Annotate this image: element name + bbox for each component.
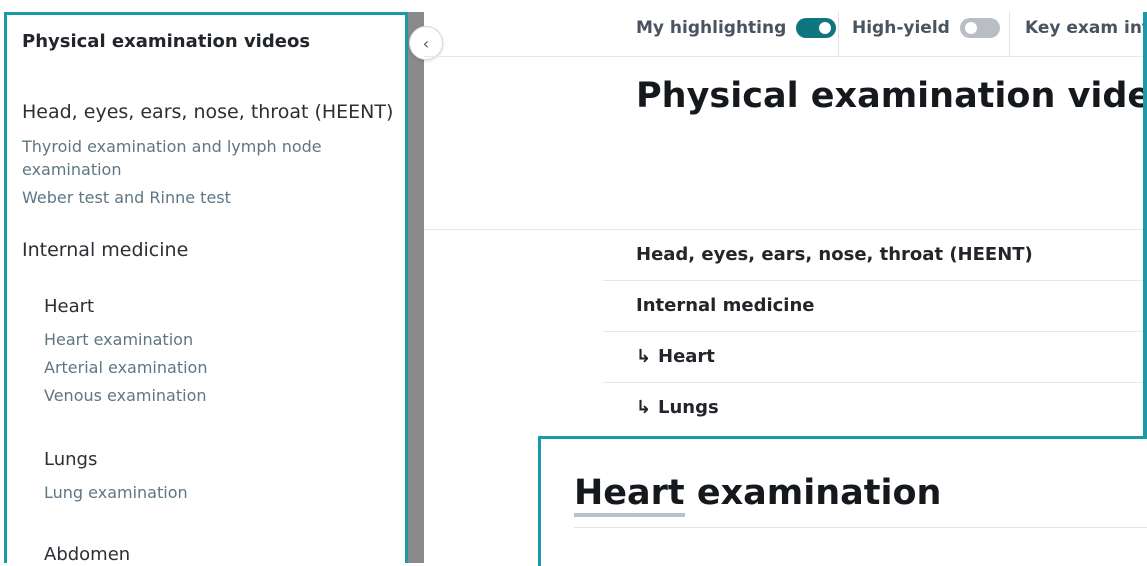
sidebar-link-arterial-exam[interactable]: Arterial examination <box>44 356 207 379</box>
toc-item-heart[interactable]: ↳ Heart <box>603 332 1147 383</box>
sidebar-subsection-lungs[interactable]: Lungs <box>44 449 97 470</box>
my-highlighting-label: My highlighting <box>636 18 787 38</box>
toc-item-heent[interactable]: Head, eyes, ears, nose, throat (HEENT) <box>603 230 1147 281</box>
toggle-switch-on[interactable] <box>796 18 837 38</box>
sub-arrow-icon: ↳ <box>636 397 652 418</box>
sidebar-title: Physical examination videos <box>22 31 311 52</box>
sidebar-subsection-heart[interactable]: Heart <box>44 296 94 317</box>
heading-rest: examination <box>684 473 942 513</box>
toolbar-separator <box>838 12 839 56</box>
toggle-switch-off[interactable] <box>959 18 1000 38</box>
sidebar-section-heent[interactable]: Head, eyes, ears, nose, throat (HEENT) <box>22 101 393 123</box>
sidebar-divider[interactable] <box>408 12 424 563</box>
key-exam-info-label: Key exam info <box>1025 18 1143 38</box>
sidebar-section-internal-medicine[interactable]: Internal medicine <box>22 239 188 261</box>
sidebar-link-thyroid[interactable]: Thyroid examination and lymph node <box>22 135 322 158</box>
sidebar: Physical examination videos Head, eyes, … <box>4 12 408 563</box>
frame-border <box>1143 12 1147 440</box>
page-title: Physical examination videos <box>636 76 1147 116</box>
sidebar-subsection-abdomen[interactable]: Abdomen <box>44 544 130 563</box>
highlighted-word[interactable]: Heart <box>574 473 685 517</box>
high-yield-toggle[interactable]: High-yield <box>852 18 1000 38</box>
toolbar-separator <box>1009 12 1010 56</box>
toc-item-lungs[interactable]: ↳ Lungs <box>603 383 1147 434</box>
section-heading: Heart examination <box>574 473 942 517</box>
toc-item-label: Heart <box>658 346 715 367</box>
toc-item-internal-medicine[interactable]: Internal medicine <box>603 281 1147 332</box>
sidebar-link-lung-exam[interactable]: Lung examination <box>44 481 188 504</box>
sidebar-link-weber[interactable]: Weber test and Rinne test <box>22 186 231 209</box>
sidebar-link-thyroid-cont[interactable]: examination <box>22 158 121 181</box>
key-exam-info-toggle[interactable]: Key exam info <box>1025 18 1143 38</box>
toolbar: My highlighting High-yield Key exam info <box>424 12 1147 57</box>
my-highlighting-toggle[interactable]: My highlighting <box>636 18 837 38</box>
heading-rule <box>574 527 1147 528</box>
sub-arrow-icon: ↳ <box>636 346 652 367</box>
toc-item-label: Head, eyes, ears, nose, throat (HEENT) <box>636 244 1033 265</box>
sidebar-link-heart-exam[interactable]: Heart examination <box>44 328 193 351</box>
toc-item-label: Lungs <box>658 397 719 418</box>
high-yield-label: High-yield <box>852 18 950 38</box>
toc-item-label: Internal medicine <box>636 295 815 316</box>
inset-panel: Heart examination <box>538 436 1147 566</box>
sidebar-link-venous-exam[interactable]: Venous examination <box>44 384 207 407</box>
